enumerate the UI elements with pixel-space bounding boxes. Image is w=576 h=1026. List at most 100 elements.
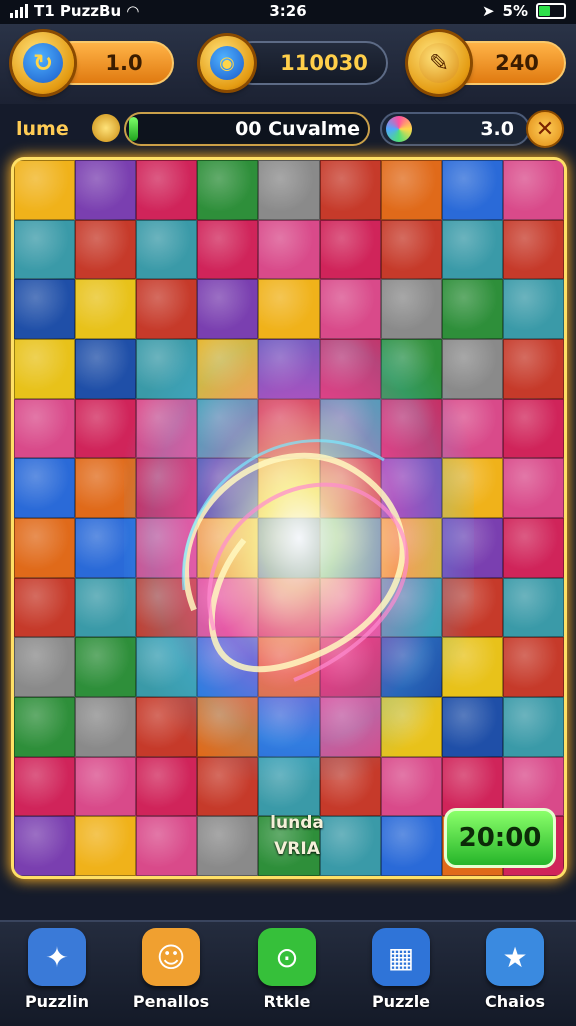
puzzle-piece[interactable] (502, 398, 564, 459)
puzzle-piece[interactable] (380, 518, 442, 578)
puzzle-piece[interactable] (14, 637, 76, 697)
puzzle-piece[interactable] (136, 339, 198, 399)
eye-icon[interactable]: ◉ (200, 36, 254, 90)
puzzle-piece[interactable] (380, 458, 442, 518)
puzzle-piece[interactable] (502, 697, 564, 757)
puzzle-piece[interactable] (14, 219, 76, 280)
puzzle-piece[interactable] (380, 339, 442, 399)
puzzle-piece[interactable] (441, 160, 503, 220)
puzzle-piece[interactable] (258, 697, 320, 757)
puzzle-piece[interactable] (136, 160, 198, 220)
puzzle-piece[interactable] (136, 219, 198, 280)
puzzle-piece[interactable] (197, 637, 259, 697)
puzzle-piece[interactable] (75, 697, 137, 757)
puzzle-piece[interactable] (380, 816, 442, 876)
puzzle-piece[interactable] (136, 756, 198, 817)
puzzle-piece[interactable] (502, 458, 564, 518)
puzzle-piece[interactable] (380, 577, 442, 638)
piece-grid[interactable] (14, 160, 564, 876)
nav-item-puzzlin[interactable]: ✦ Puzzlin (2, 928, 112, 1020)
puzzle-piece[interactable] (441, 339, 503, 399)
puzzle-piece[interactable] (258, 160, 320, 220)
puzzle-piece[interactable] (319, 577, 381, 638)
puzzle-piece[interactable] (319, 219, 381, 280)
puzzle-piece[interactable] (75, 398, 137, 459)
puzzle-piece[interactable] (502, 339, 564, 399)
puzzle-piece[interactable] (75, 458, 137, 518)
puzzle-piece[interactable] (258, 637, 320, 697)
puzzle-piece[interactable] (75, 637, 137, 697)
puzzle-piece[interactable] (441, 577, 503, 638)
puzzle-piece[interactable] (441, 458, 503, 518)
puzzle-piece[interactable] (319, 637, 381, 697)
puzzle-piece[interactable] (380, 279, 442, 339)
puzzle-piece[interactable] (441, 279, 503, 339)
puzzle-piece[interactable] (136, 279, 198, 339)
puzzle-piece[interactable] (441, 518, 503, 578)
puzzle-piece[interactable] (258, 398, 320, 459)
coin-icon[interactable]: ↻ (12, 32, 74, 94)
puzzle-piece[interactable] (197, 518, 259, 578)
puzzle-piece[interactable] (441, 398, 503, 459)
puzzle-board[interactable]: lunda VRIA 20:00 (14, 160, 564, 876)
close-button[interactable]: ✕ (526, 110, 564, 148)
puzzle-piece[interactable] (380, 697, 442, 757)
puzzle-piece[interactable] (502, 637, 564, 697)
puzzle-piece[interactable] (136, 577, 198, 638)
puzzle-piece[interactable] (258, 339, 320, 399)
puzzle-piece[interactable] (75, 339, 137, 399)
puzzle-piece[interactable] (258, 577, 320, 638)
puzzle-piece[interactable] (380, 637, 442, 697)
puzzle-piece[interactable] (14, 816, 76, 876)
puzzle-piece[interactable] (14, 756, 76, 817)
puzzle-piece[interactable] (75, 816, 137, 876)
puzzle-piece[interactable] (14, 398, 76, 459)
puzzle-piece[interactable] (319, 398, 381, 459)
puzzle-piece[interactable] (197, 160, 259, 220)
puzzle-piece[interactable] (197, 219, 259, 280)
timer-badge[interactable]: 20:00 (444, 808, 556, 868)
puzzle-piece[interactable] (136, 518, 198, 578)
puzzle-piece[interactable] (441, 637, 503, 697)
puzzle-piece[interactable] (14, 518, 76, 578)
puzzle-piece[interactable] (380, 756, 442, 817)
puzzle-piece[interactable] (258, 219, 320, 280)
puzzle-piece[interactable] (319, 756, 381, 817)
nav-item-puzzle[interactable]: ▦ Puzzle (346, 928, 456, 1020)
puzzle-piece[interactable] (75, 279, 137, 339)
puzzle-piece[interactable] (75, 518, 137, 578)
puzzle-piece[interactable] (258, 458, 320, 518)
puzzle-piece[interactable] (75, 160, 137, 220)
puzzle-piece[interactable] (14, 697, 76, 757)
puzzle-piece[interactable] (197, 577, 259, 638)
puzzle-piece[interactable] (258, 279, 320, 339)
puzzle-piece[interactable] (380, 160, 442, 220)
nav-item-penallos[interactable]: ☺ Penallos (116, 928, 226, 1020)
puzzle-piece[interactable] (197, 756, 259, 817)
puzzle-piece[interactable] (14, 279, 76, 339)
puzzle-piece[interactable] (197, 398, 259, 459)
puzzle-piece[interactable] (197, 339, 259, 399)
puzzle-piece[interactable] (197, 697, 259, 757)
puzzle-piece[interactable] (75, 219, 137, 280)
puzzle-piece[interactable] (319, 518, 381, 578)
puzzle-piece[interactable] (136, 637, 198, 697)
puzzle-piece[interactable] (502, 577, 564, 638)
puzzle-piece[interactable] (197, 279, 259, 339)
puzzle-piece[interactable] (258, 756, 320, 817)
puzzle-piece[interactable] (502, 518, 564, 578)
puzzle-piece[interactable] (441, 697, 503, 757)
puzzle-piece[interactable] (75, 577, 137, 638)
puzzle-piece[interactable] (136, 458, 198, 518)
puzzle-piece[interactable] (14, 160, 76, 220)
puzzle-piece[interactable] (258, 518, 320, 578)
puzzle-piece[interactable] (319, 458, 381, 518)
puzzle-piece[interactable] (502, 160, 564, 220)
puzzle-piece[interactable] (502, 279, 564, 339)
puzzle-piece[interactable] (14, 458, 76, 518)
nav-item-chaios[interactable]: ★ Chaios (460, 928, 570, 1020)
puzzle-piece[interactable] (319, 339, 381, 399)
puzzle-piece[interactable] (14, 577, 76, 638)
puzzle-piece[interactable] (136, 697, 198, 757)
nav-item-rtkle[interactable]: ⊙ Rtkle (232, 928, 342, 1020)
